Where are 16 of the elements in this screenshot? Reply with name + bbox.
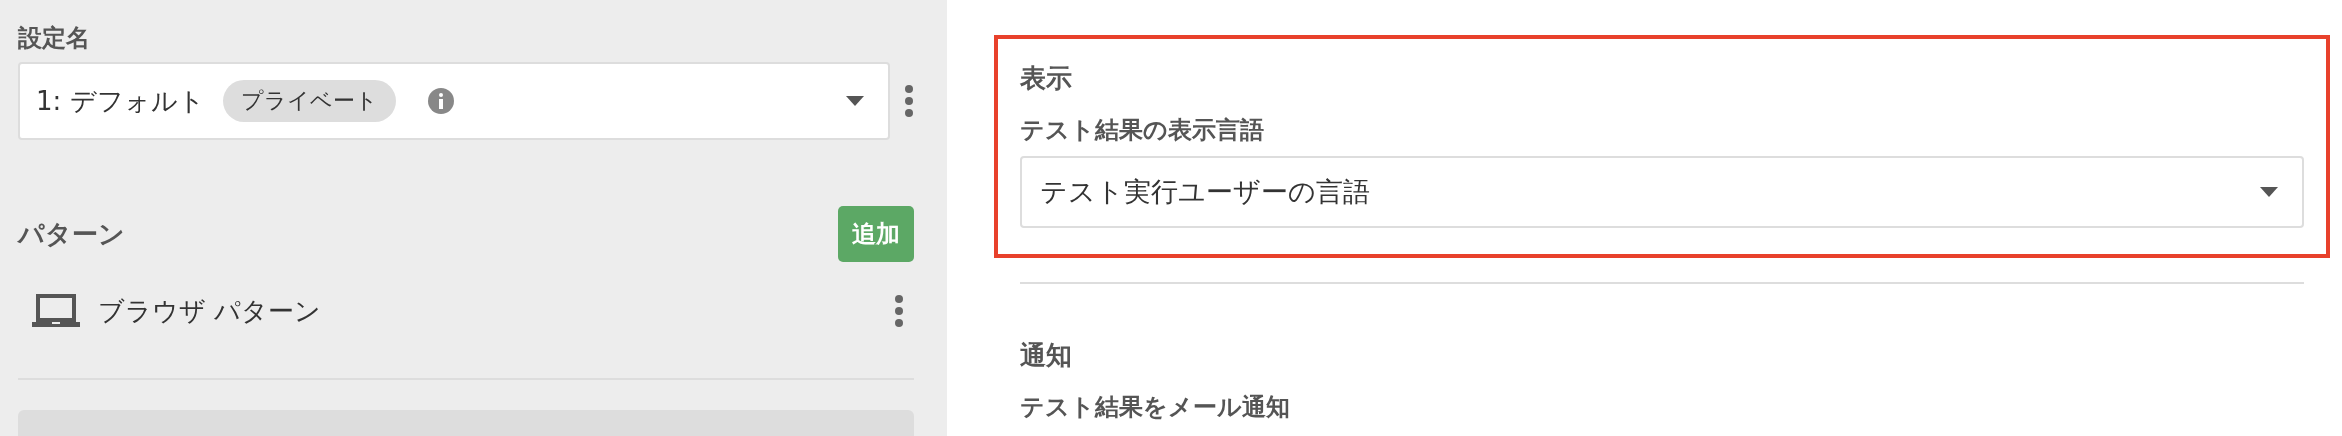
info-icon[interactable] (427, 88, 454, 114)
more-icon[interactable] (894, 294, 904, 328)
pattern-name[interactable]: ブラウザ パターン (98, 293, 894, 329)
dropdown-caret-icon (2260, 187, 2278, 197)
section-title: パターン (18, 217, 125, 251)
section-title: 通知 (1020, 339, 1073, 372)
dropdown-caret-icon (846, 96, 864, 106)
section-title: 表示 (1020, 62, 1073, 95)
settings-dropdown[interactable]: 1: デフォルト プライベート (18, 62, 890, 140)
private-badge: プライベート (222, 80, 396, 122)
field-label: テスト結果をメール通知 (1020, 392, 1291, 423)
laptop-icon (32, 294, 80, 328)
more-icon[interactable] (904, 84, 914, 118)
field-label: テスト結果の表示言語 (1020, 115, 1265, 146)
language-dropdown[interactable]: テスト実行ユーザーの言語 (1020, 156, 2304, 228)
field-label: 設定名 (18, 23, 91, 54)
